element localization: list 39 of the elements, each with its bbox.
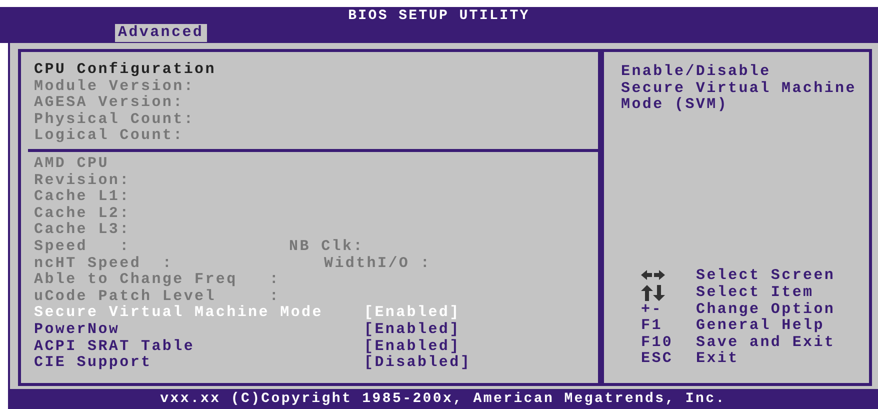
- help-text: Secure Virtual Machine: [621, 80, 858, 97]
- info-label: Able to Change Freq :: [34, 272, 282, 289]
- setting-label[interactable]: PowerNow: [34, 322, 364, 338]
- key-label: +-: [641, 300, 662, 318]
- key-label: ESC: [641, 350, 674, 368]
- setting-label[interactable]: CIE Support: [34, 355, 364, 372]
- up-down-arrows-icon: [641, 285, 665, 302]
- key-description: Save and Exit: [696, 334, 836, 351]
- setting-value[interactable]: [Enabled]: [364, 338, 460, 356]
- info-label: WidthI/O :: [323, 256, 432, 272]
- info-label: Module Version:: [34, 78, 196, 95]
- info-label: Cache L3:: [34, 222, 132, 239]
- key-label: F1: [641, 317, 662, 334]
- info-label: AGESA Version:: [34, 95, 185, 112]
- info-label: uCode Patch Level :: [34, 288, 282, 305]
- key-description: Change Option: [696, 302, 836, 318]
- info-label: NB Clk:: [289, 238, 364, 256]
- info-label: Physical Count:: [34, 112, 196, 128]
- info-label: AMD CPU: [34, 156, 110, 173]
- setting-value[interactable]: [Enabled]: [364, 322, 460, 338]
- info-label: Revision:: [34, 172, 132, 189]
- info-label: Logical Count:: [34, 128, 185, 145]
- help-text: Mode (SVM): [621, 97, 730, 114]
- menu-tab[interactable]: Advanced: [115, 24, 207, 42]
- info-label: Speed :: [34, 238, 132, 256]
- copyright-text: vxx.xx (C)Copyright 1985-200x, American Megatrends, Inc.: [160, 391, 726, 407]
- setting-value[interactable]: [Disabled]: [364, 355, 472, 372]
- info-label: Cache L2:: [34, 206, 132, 222]
- key-description: Select Screen: [696, 268, 836, 285]
- key-description: Select Item: [696, 285, 814, 302]
- key-description: General Help: [696, 318, 824, 335]
- setting-label[interactable]: ACPI SRAT Table: [34, 338, 364, 356]
- key-label: F10: [641, 334, 674, 351]
- window-title: BIOS SETUP UTILITY: [347, 7, 531, 24]
- key-description: Exit: [696, 351, 739, 368]
- section-heading: CPU Configuration: [34, 62, 217, 79]
- info-label: Cache L1:: [34, 189, 132, 206]
- help-text: Enable/Disable: [621, 64, 772, 81]
- info-label: ncHT Speed :: [34, 256, 174, 272]
